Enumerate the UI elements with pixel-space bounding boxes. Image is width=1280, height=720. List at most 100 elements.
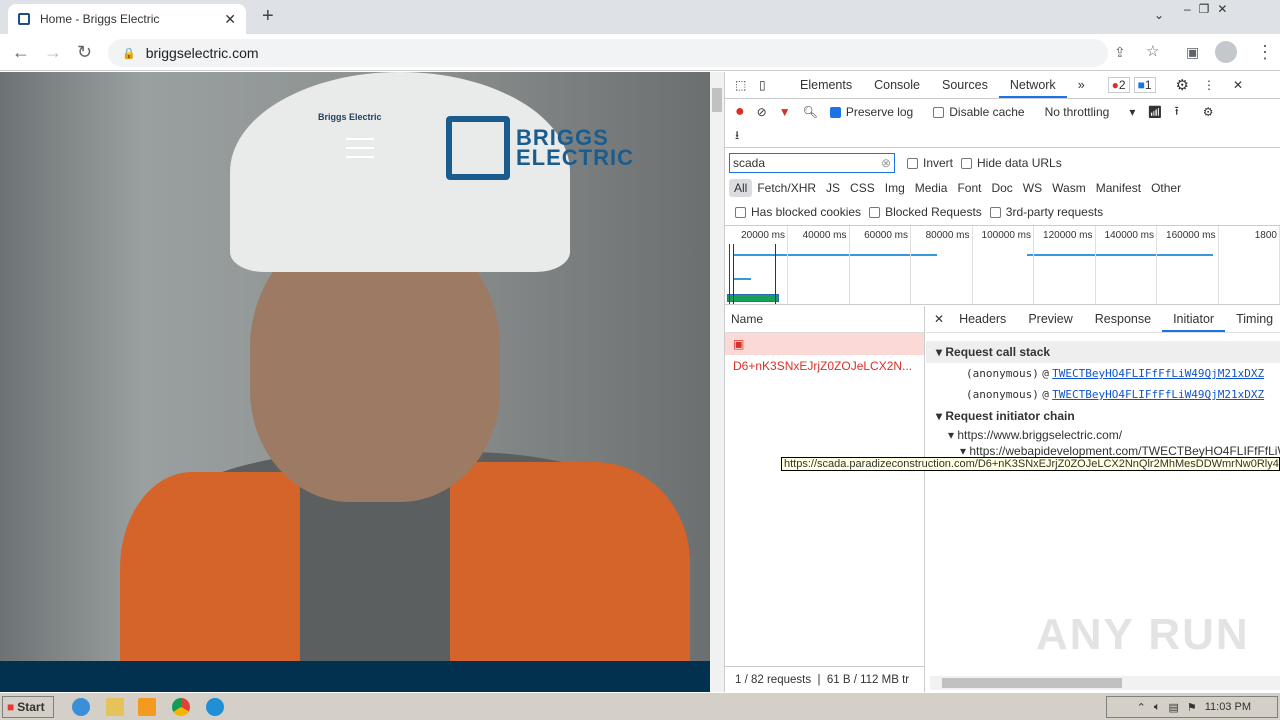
timeline-gridline: [910, 226, 911, 304]
timeline-tick: 120000 ms: [1043, 230, 1093, 241]
filter-input[interactable]: scada ⊗: [729, 153, 895, 173]
tab-elements[interactable]: Elements: [789, 72, 863, 98]
back-icon[interactable]: ←: [12, 42, 30, 63]
site-logo[interactable]: BRIGGS ELECTRIC: [446, 116, 634, 180]
browser-tab[interactable]: Home - Briggs Electric ✕: [8, 4, 246, 34]
load-line: [775, 244, 776, 304]
type-filter-css[interactable]: CSS: [845, 179, 880, 197]
dom-content-loaded-line: [729, 244, 730, 304]
type-filter-media[interactable]: Media: [910, 179, 953, 197]
messages-badge[interactable]: ■1: [1133, 77, 1156, 93]
type-filter-all[interactable]: All: [729, 179, 753, 197]
source-link[interactable]: TWECTBeyHO4FLIFfFfLiW49QjM21xDXZ: [1052, 367, 1264, 380]
clock[interactable]: 11:03 PM: [1205, 701, 1251, 713]
tab-network[interactable]: Network: [998, 72, 1067, 98]
network-settings-icon[interactable]: ⚙: [1203, 105, 1214, 119]
type-filter-img[interactable]: Img: [880, 179, 910, 197]
new-tab-button[interactable]: +: [262, 5, 274, 28]
clear-icon[interactable]: ⊘: [757, 105, 767, 119]
invert-checkbox[interactable]: Invert: [907, 156, 953, 170]
settings-icon[interactable]: ⚙: [1176, 76, 1189, 94]
errors-badge[interactable]: ●2: [1107, 77, 1130, 93]
tab-initiator[interactable]: Initiator: [1162, 306, 1226, 332]
reload-icon[interactable]: ↻: [77, 42, 92, 63]
chrome-icon[interactable]: [172, 698, 190, 716]
disable-cache-checkbox[interactable]: Disable cache: [933, 105, 1025, 119]
timeline-bar: [733, 278, 751, 280]
tab-console[interactable]: Console: [863, 72, 931, 98]
record-icon[interactable]: ●: [735, 103, 745, 121]
tab-preview[interactable]: Preview: [1017, 306, 1083, 332]
type-filter-other[interactable]: Other: [1146, 179, 1186, 197]
throttling-select[interactable]: No throttling ▾: [1045, 105, 1136, 119]
side-panel-icon[interactable]: ▣: [1186, 44, 1199, 61]
call-frame: (anonymous) @ TWECTBeyHO4FLIFfFfLiW49QjM…: [966, 367, 1265, 380]
network-conditions-icon[interactable]: 📶︎: [1147, 105, 1162, 119]
share-icon[interactable]: ⇪: [1114, 44, 1126, 61]
type-filter-font[interactable]: Font: [952, 179, 986, 197]
timeline-tick: 80000 ms: [925, 230, 970, 241]
third-party-checkbox[interactable]: 3rd-party requests: [989, 205, 1103, 219]
timeline-gridline: [1156, 226, 1157, 304]
explorer-icon[interactable]: [106, 698, 124, 716]
hamburger-menu-button[interactable]: [346, 138, 374, 165]
type-filter-js[interactable]: JS: [821, 179, 845, 197]
type-filter-wasm[interactable]: Wasm: [1047, 179, 1091, 197]
chain-item[interactable]: ▾ https://www.briggselectric.com/: [948, 427, 1280, 443]
timeline-gridline: [848, 226, 850, 304]
page-scrollbar[interactable]: [710, 72, 724, 692]
tab-search-icon[interactable]: ⌄: [1154, 8, 1164, 22]
tab-timing[interactable]: Timing: [1225, 306, 1280, 332]
export-har-icon[interactable]: ⭳: [735, 126, 739, 147]
preserve-log-checkbox[interactable]: Preserve log: [829, 105, 913, 119]
footer-band: [0, 661, 710, 692]
profile-avatar[interactable]: [1215, 41, 1237, 63]
bookmark-star-icon[interactable]: ☆: [1146, 42, 1159, 60]
hide-data-urls-checkbox[interactable]: Hide data URLs: [961, 156, 1062, 170]
initiator-chain-section[interactable]: ▾ Request initiator chain: [926, 405, 1280, 427]
window-controls[interactable]: –❐✕: [1184, 2, 1236, 16]
timeline-gridline: [1033, 226, 1034, 304]
blocked-requests-checkbox[interactable]: Blocked Requests: [869, 205, 982, 219]
import-har-icon[interactable]: ⭱: [1175, 102, 1179, 123]
type-filter-fetchxhr[interactable]: Fetch/XHR: [752, 179, 821, 197]
name-column-header[interactable]: Name: [725, 306, 924, 333]
url-text: briggselectric.com: [145, 45, 259, 61]
load-line: [733, 244, 734, 304]
url-tooltip: https://scada.paradizeconstruction.com/D…: [781, 457, 1280, 471]
tray-arrow-icon[interactable]: ⌃: [1137, 701, 1146, 714]
call-stack-section[interactable]: ▾ Request call stack: [926, 341, 1280, 363]
tab-response[interactable]: Response: [1084, 306, 1162, 332]
close-details-icon[interactable]: ✕: [934, 312, 944, 326]
request-row[interactable]: ▣ D6+nK3SNxEJrjZ0ZOJeLCX2N...: [725, 333, 924, 373]
tab-headers[interactable]: Headers: [948, 306, 1017, 332]
url-field[interactable]: 🔒 briggselectric.com: [108, 39, 1108, 67]
ie-icon[interactable]: [72, 698, 90, 716]
type-filter-doc[interactable]: Doc: [986, 179, 1017, 197]
blocked-cookies-checkbox[interactable]: Has blocked cookies: [735, 205, 861, 219]
network-icon[interactable]: ▤: [1168, 701, 1178, 714]
volume-icon[interactable]: 🔈︎: [1154, 701, 1161, 714]
menu-icon[interactable]: ⋮: [1256, 42, 1274, 63]
timeline-tick: 60000 ms: [864, 230, 908, 241]
more-tabs-button[interactable]: »: [1067, 72, 1096, 98]
start-button[interactable]: ■ Start: [2, 696, 54, 718]
flag-icon[interactable]: ⚑: [1187, 701, 1197, 714]
edge-icon[interactable]: [206, 698, 224, 716]
close-tab-icon[interactable]: ✕: [224, 11, 236, 28]
source-link[interactable]: TWECTBeyHO4FLIFfFfLiW49QjM21xDXZ: [1052, 388, 1264, 401]
tab-sources[interactable]: Sources: [931, 72, 999, 98]
inspect-icon[interactable]: ⬚: [735, 78, 759, 92]
type-filter-ws[interactable]: WS: [1018, 179, 1047, 197]
media-player-icon[interactable]: [138, 698, 156, 716]
network-overview-timeline[interactable]: 20000 ms 40000 ms 60000 ms 80000 ms 100000 m…: [725, 225, 1280, 305]
horizontal-scrollbar[interactable]: [930, 676, 1280, 690]
forward-icon[interactable]: →: [44, 42, 62, 63]
close-devtools-icon[interactable]: ✕: [1233, 78, 1243, 92]
type-filter-manifest[interactable]: Manifest: [1091, 179, 1146, 197]
device-toolbar-icon[interactable]: ▯: [759, 78, 789, 92]
filter-icon[interactable]: ▼: [779, 105, 791, 119]
logo-line: ELECTRIC: [516, 145, 634, 170]
search-icon[interactable]: 🔍︎: [803, 105, 818, 119]
more-options-icon[interactable]: ⋮: [1203, 78, 1215, 92]
